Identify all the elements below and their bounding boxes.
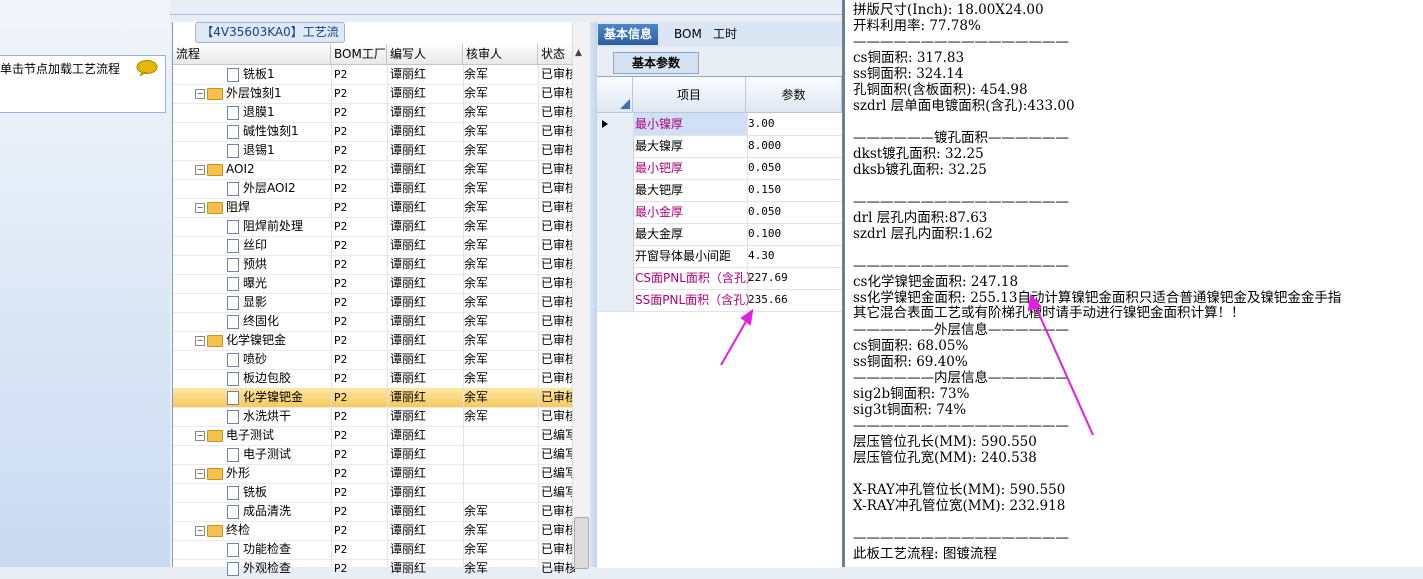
annotation-arrows bbox=[720, 293, 1094, 436]
annotation-arrow-left bbox=[720, 308, 754, 366]
annotation-arrow-right bbox=[1027, 293, 1094, 436]
